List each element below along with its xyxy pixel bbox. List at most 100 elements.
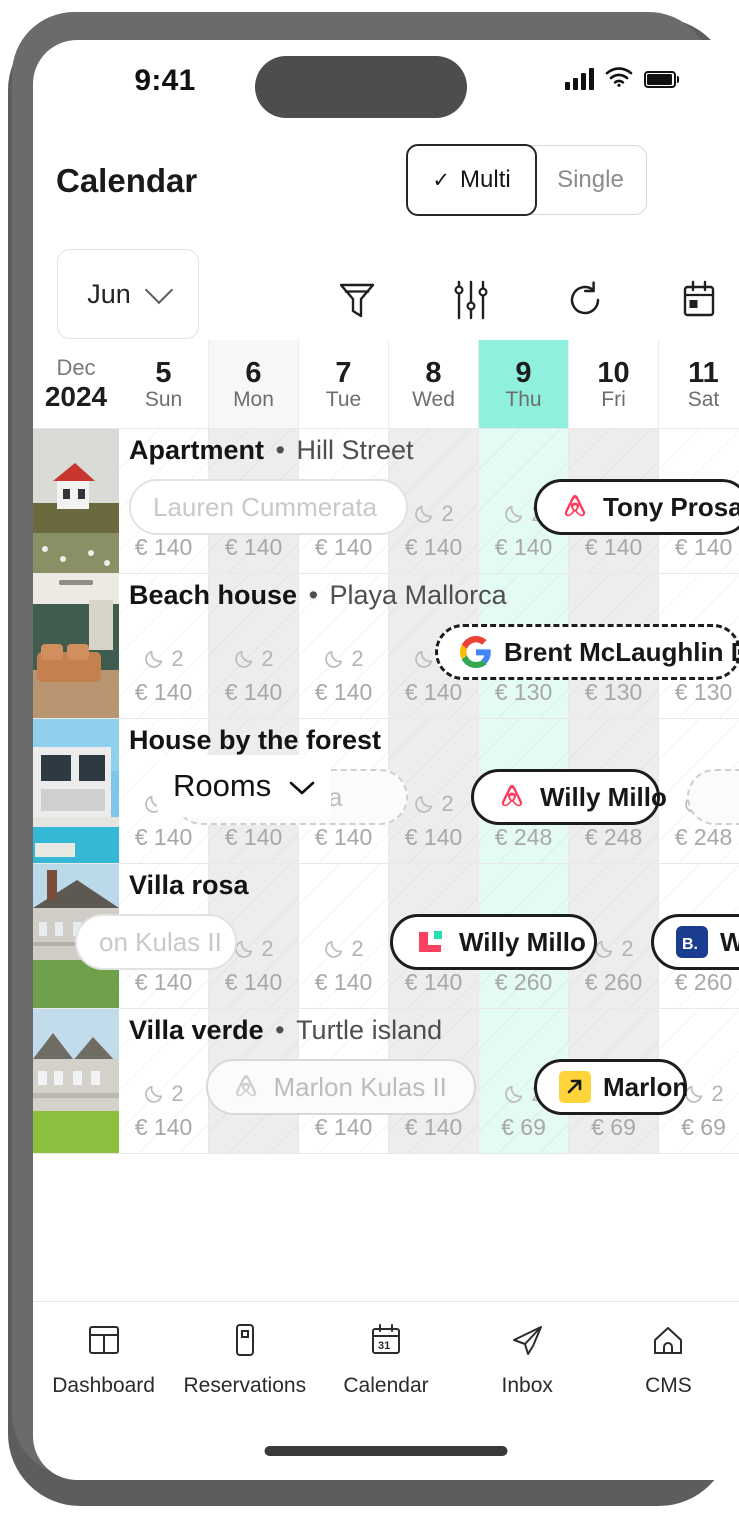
status-bar: 9:41 — [33, 40, 739, 130]
day-price: € 130 — [674, 679, 733, 705]
day-price: € 69 — [501, 1114, 546, 1140]
airbnb-logo-icon — [559, 491, 591, 523]
calendar-property-row: 2€ 1402€ 1402€ 1402€ 1402€ 1402€ 1402€ 1… — [33, 429, 739, 574]
filter-icon[interactable] — [333, 276, 381, 324]
day-price: € 248 — [674, 824, 733, 850]
tab-single[interactable]: Single — [535, 146, 646, 214]
day-price: € 140 — [224, 824, 283, 850]
nav-item-inbox[interactable]: Inbox — [457, 1322, 598, 1398]
property-name: Apartment — [129, 435, 265, 465]
calendar-day-header-cell[interactable]: 10 Fri — [569, 340, 659, 428]
calendar-day-cell[interactable]: 2 € 140 — [299, 864, 389, 1008]
view-mode-toggle[interactable]: ✓ Multi Single — [406, 144, 647, 216]
day-price: € 140 — [314, 969, 373, 995]
day-price: € 140 — [134, 1114, 193, 1140]
paper-plane-icon — [509, 1322, 545, 1363]
nav-item-label: Inbox — [501, 1374, 553, 1397]
day-price: € 140 — [404, 1114, 463, 1140]
day-number: 5 — [155, 356, 172, 389]
home-indicator — [264, 1446, 508, 1456]
guest-name: Lauren Cummerata — [153, 491, 377, 522]
rooms-dropdown[interactable]: Rooms — [157, 755, 332, 817]
tab-multi[interactable]: ✓ Multi — [406, 144, 537, 216]
month-selector[interactable]: Jun — [57, 249, 199, 339]
property-title: Apartment • Hill Street — [129, 435, 414, 466]
moon-icon — [145, 1085, 163, 1103]
booking-pill[interactable]: Brent McLaughlin DDS — [435, 624, 739, 680]
sliders-icon[interactable] — [447, 276, 495, 324]
calendar-property-row: 2€ 14022€ 1402€ 1402€ 692€ 692€ 69Villa … — [33, 1009, 739, 1154]
nav-item-cms[interactable]: CMS — [598, 1322, 739, 1398]
day-price: € 140 — [314, 824, 373, 850]
booking-pill[interactable]: Willy Millo — [390, 914, 597, 970]
nights-count: 2 — [299, 646, 388, 672]
calendar-day-header-cell[interactable]: 5 Sun — [119, 340, 209, 428]
property-thumbnail[interactable] — [33, 429, 119, 573]
booking-pill[interactable]: on Kulas II — [75, 914, 237, 970]
booking-pill[interactable]: Lauren Cummerata — [129, 479, 408, 535]
calendar-day-header-cell[interactable]: 9 Thu — [479, 340, 569, 428]
title-separator: • — [267, 1015, 293, 1045]
booking-pill[interactable]: Willy Millo — [471, 769, 667, 825]
property-thumbnail[interactable] — [33, 1009, 119, 1153]
day-price: € 140 — [404, 679, 463, 705]
moon-icon — [145, 650, 163, 668]
calendar-day-header-cell[interactable]: 6 Mon — [209, 340, 299, 428]
day-of-week: Tue — [325, 387, 362, 411]
day-number: 10 — [597, 356, 630, 389]
day-price: € 140 — [134, 969, 193, 995]
title-separator: • — [301, 580, 326, 610]
day-price: € 140 — [224, 679, 283, 705]
calendar-day-header-cell[interactable]: 8 Wed — [389, 340, 479, 428]
day-price: € 69 — [591, 1114, 636, 1140]
calendar-icon[interactable] — [675, 276, 723, 324]
booking-pill[interactable]: Marlon Kulas II — [205, 1059, 476, 1115]
booking-pill[interactable]: Marlon — [534, 1059, 688, 1115]
calendar-day-header: Dec 2024 5 Sun 6 Mon 7 Tue 8 Wed 9 Thu 10 Fri 11 Sat — [33, 340, 739, 429]
nav-item-dashboard[interactable]: Dashboard — [33, 1322, 174, 1398]
page-header: Calendar ✓ Multi Single — [33, 140, 739, 250]
day-price: € 140 — [404, 969, 463, 995]
day-price: € 248 — [584, 824, 643, 850]
day-price: € 260 — [584, 969, 643, 995]
calendar-day-header-cell[interactable]: 11 Sat — [659, 340, 739, 428]
day-number: 9 — [515, 356, 532, 389]
day-price: € 140 — [134, 824, 193, 850]
refresh-icon[interactable] — [561, 276, 609, 324]
property-thumbnail[interactable] — [33, 719, 119, 863]
moon-icon — [505, 1085, 523, 1103]
property-title: Villa verde • Turtle island — [129, 1015, 442, 1046]
moon-icon — [415, 505, 433, 523]
reservations-icon — [227, 1322, 263, 1363]
nav-item-reservations[interactable]: Reservations — [174, 1322, 315, 1398]
moon-icon — [415, 795, 433, 813]
booking-pill[interactable]: Tony Prosacco — [534, 479, 739, 535]
nights-count: 2 — [119, 646, 208, 672]
calendar-grid[interactable]: Dec 2024 5 Sun 6 Mon 7 Tue 8 Wed 9 Thu 10 Fri 11 Sat … — [33, 340, 739, 1200]
guest-name: Willy Millo — [540, 781, 667, 812]
airbnb-ghost-logo-icon — [230, 1071, 262, 1103]
day-price: € 140 — [314, 534, 373, 560]
nav-item-calendar[interactable]: 31 Calendar — [315, 1322, 456, 1398]
day-price: € 140 — [224, 969, 283, 995]
day-number: 6 — [245, 356, 262, 389]
phone-frame: 9:41 Calendar ✓ Multi Single Jun Dec 202… — [0, 0, 739, 1524]
booking-pill[interactable] — [687, 769, 739, 825]
nav-item-label: Calendar — [343, 1374, 429, 1397]
property-location: Hill Street — [296, 435, 414, 465]
bottom-navigation[interactable]: Dashboard Reservations 31 Calendar Inbox CMS — [33, 1301, 739, 1418]
day-price: € 140 — [134, 679, 193, 705]
check-icon: ✓ — [432, 168, 451, 192]
calendar-rows: 2€ 1402€ 1402€ 1402€ 1402€ 1402€ 1402€ 1… — [33, 429, 739, 1154]
day-number: 7 — [335, 356, 352, 389]
day-price: € 69 — [681, 1114, 726, 1140]
calendar-day-header-cell[interactable]: 7 Tue — [299, 340, 389, 428]
booking-pill[interactable]: B. Willy — [651, 914, 739, 970]
nights-count: 2 — [209, 646, 298, 672]
property-thumbnail[interactable] — [33, 574, 119, 718]
vrbo-logo-icon — [415, 926, 447, 958]
day-of-week: Sat — [687, 387, 720, 411]
moon-icon — [235, 650, 253, 668]
property-name: House by the forest — [129, 725, 382, 755]
property-title: Villa rosa — [129, 870, 249, 901]
